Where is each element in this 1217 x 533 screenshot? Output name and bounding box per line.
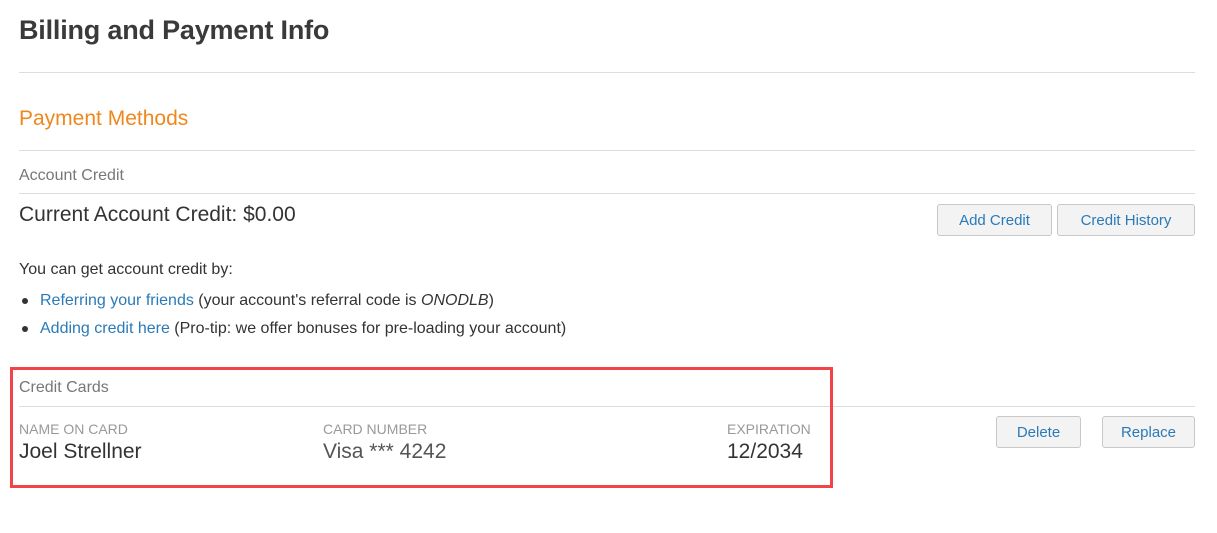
pro-tip-text: (Pro-tip: we offer bonuses for pre-loadi… (169, 320, 567, 337)
credit-history-button[interactable]: Credit History (1057, 204, 1195, 236)
credit-options-list: Referring your friends (your account's r… (19, 287, 566, 343)
bullet-icon (22, 326, 28, 332)
add-credit-button[interactable]: Add Credit (937, 204, 1052, 236)
subtitle-account-credit: Account Credit (19, 167, 124, 184)
delete-card-button[interactable]: Delete (996, 416, 1081, 448)
referral-text-end: ) (488, 292, 494, 309)
list-item: Adding credit here (Pro-tip: we offer bo… (19, 315, 566, 343)
current-account-credit: Current Account Credit: $0.00 (19, 203, 296, 226)
replace-card-button[interactable]: Replace (1102, 416, 1195, 448)
page-title: Billing and Payment Info (19, 15, 330, 45)
bullet-icon (22, 298, 28, 304)
adding-credit-link[interactable]: Adding credit here (40, 318, 170, 340)
highlight-box (10, 367, 833, 488)
list-item: Referring your friends (your account's r… (19, 287, 566, 315)
referring-friends-link[interactable]: Referring your friends (40, 290, 194, 312)
referral-code: ONODLB (421, 292, 489, 309)
divider (19, 150, 1195, 151)
section-title-payment-methods: Payment Methods (19, 107, 189, 130)
divider (19, 193, 1195, 194)
referral-text: (your account's referral code is (193, 292, 421, 309)
divider (19, 72, 1195, 73)
credit-info-intro: You can get account credit by: (19, 261, 233, 278)
